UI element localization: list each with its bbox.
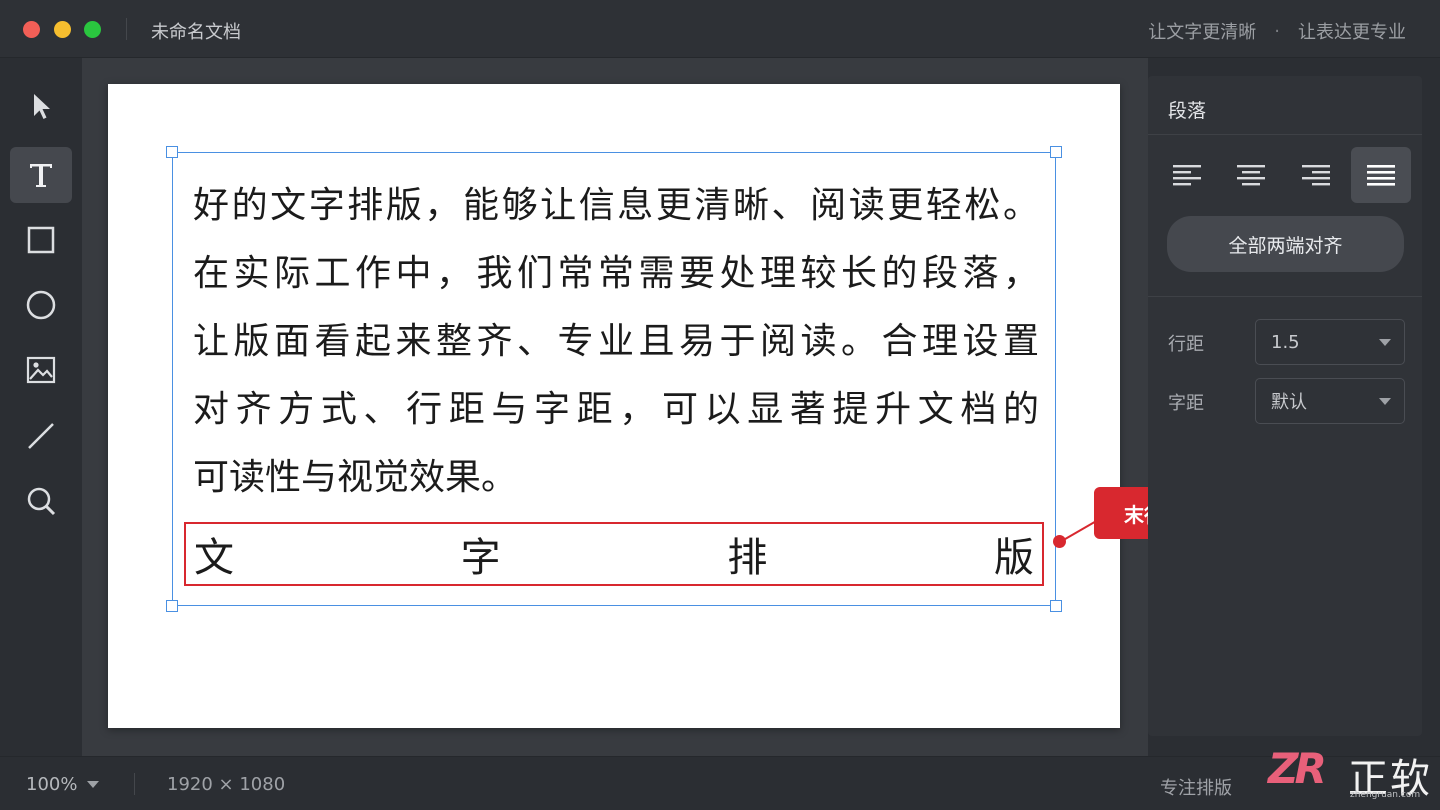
align-justify-icon [1367,165,1395,186]
cursor-icon [34,94,50,119]
title-divider [126,18,127,40]
panel-divider [1148,134,1422,135]
justify-all-button[interactable]: 全部两端对齐 [1167,216,1404,272]
line-spacing-select[interactable]: 1.5 [1255,319,1405,365]
image-icon [26,356,56,384]
paragraph-line: 对齐方式、行距与字距，可以显著提升文档的 [193,389,1039,430]
zoom-dropdown[interactable]: 100% [26,774,100,795]
panel-divider [1148,296,1422,297]
resize-handle-top-right[interactable] [1050,146,1062,158]
line-tool[interactable] [10,408,72,464]
square-icon [27,226,55,254]
zoom-value: 100% [26,774,78,795]
resize-handle-bottom-left[interactable] [166,600,178,612]
circle-icon [26,290,56,320]
line-icon [28,423,54,449]
minimize-window-button[interactable] [54,21,71,38]
last-line-char: 版 [993,535,1034,581]
paragraph-line: 好的文字排版，能够让信息更清晰、阅读更轻松。 [193,185,1039,226]
paragraph-line: 让版面看起来整齐、专业且易于阅读。合理设置 [193,321,1039,362]
text-tool[interactable] [10,147,72,203]
align-justify-button[interactable] [1351,147,1411,203]
letter-spacing-value: 默认 [1271,392,1307,413]
paragraph-text[interactable]: 好的文字排版，能够让信息更清晰、阅读更轻松。 在实际工作中，我们常常需要处理较长… [193,172,1039,512]
chevron-down-icon [1379,398,1391,405]
tagline-separator: · [1274,20,1280,42]
letter-spacing-label: 字距 [1168,393,1204,414]
image-tool[interactable] [10,342,72,398]
rectangle-tool[interactable] [10,212,72,268]
maximize-window-button[interactable] [84,21,101,38]
resize-handle-bottom-right[interactable] [1050,600,1062,612]
last-line-char: 排 [727,535,768,581]
align-left-icon [1173,165,1201,186]
status-bar: 100% 1920 × 1080 专注排版 [0,756,1440,810]
chevron-down-icon [1379,339,1391,346]
chevron-down-icon [87,781,100,788]
line-spacing-label: 行距 [1168,334,1204,355]
tagline-part-1: 让文字更清晰 [1148,22,1257,43]
callout-anchor-dot [1053,535,1066,548]
close-window-button[interactable] [23,21,40,38]
tool-sidebar [0,58,82,756]
align-right-icon [1302,165,1330,186]
panel-title: 段落 [1168,100,1207,122]
letter-spacing-select[interactable]: 默认 [1255,378,1405,424]
mode-label: 专注排版 [1160,778,1232,799]
canvas-dimensions: 1920 × 1080 [167,774,286,795]
document-title: 未命名文档 [151,22,241,43]
line-spacing-value: 1.5 [1271,331,1300,353]
title-bar: 未命名文档 让文字更清晰 · 让表达更专业 [0,0,1440,58]
watermark-logo: ZR 正软 zhengruan.com [1268,742,1438,806]
align-right-button[interactable] [1286,147,1346,203]
paragraph-line: 可读性与视觉效果。 [193,457,518,498]
select-tool[interactable] [10,78,72,134]
align-center-button[interactable] [1221,147,1281,203]
last-line-char: 文 [194,535,234,581]
align-center-icon [1237,165,1265,186]
watermark-url: zhengruan.com [1350,790,1421,800]
stretched-last-line: 文 字 排 版 [194,522,1034,586]
ellipse-tool[interactable] [10,277,72,333]
text-icon [30,164,52,187]
last-line-char: 字 [460,535,501,581]
paragraph-panel: 段落 全部两端对齐 行距 1.5 字距 默认 [1148,76,1422,736]
magnifier-icon [27,487,56,516]
tagline: 让文字更清晰 · 让表达更专业 [1148,18,1406,44]
paragraph-line: 在实际工作中，我们常常需要处理较长的段落， [193,253,1039,294]
status-divider [134,773,135,795]
resize-handle-top-left[interactable] [166,146,178,158]
align-left-button[interactable] [1157,147,1217,203]
watermark-mark: ZR [1268,744,1327,793]
zoom-tool[interactable] [10,473,72,529]
tagline-part-2: 让表达更专业 [1298,22,1406,43]
